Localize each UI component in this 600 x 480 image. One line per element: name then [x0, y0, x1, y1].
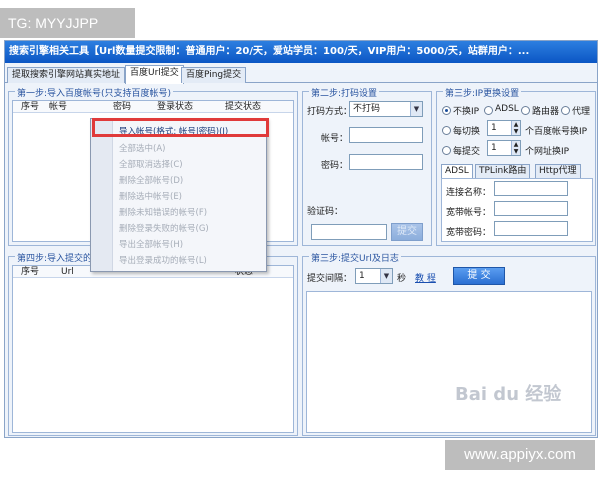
step2-title: 第二步:打码设置 — [309, 86, 380, 99]
tg-watermark: TG: MYYJJPP — [0, 8, 135, 38]
step3-ip-title: 第三步:IP更换设置 — [443, 86, 522, 99]
radio-proxy[interactable] — [561, 106, 570, 115]
captcha-password-label: 密码： — [321, 161, 349, 171]
broadband-account-label: 宽带帐号： — [446, 208, 492, 218]
step4-group: 第四步:导入提交的Url 序号 Url 状态 — [8, 251, 298, 436]
menu-delete-login-failed[interactable]: 删除登录失败的帐号(G) — [119, 222, 209, 234]
captcha-mode-label: 打码方式： — [307, 107, 353, 117]
site-watermark: www.appiyx.com — [445, 440, 595, 470]
tutorial-link[interactable]: 教 程 — [415, 271, 436, 284]
interval-unit: 秒 — [397, 274, 407, 284]
radio-no-ip-change-label: 不换IP — [453, 107, 480, 117]
ip-method-tabs: ADSL TPLink路由 Http代理 — [441, 164, 593, 178]
submit-url-button[interactable]: 提 交 — [453, 267, 505, 285]
captcha-code-label: 验证码： — [307, 207, 344, 217]
menu-delete-unknown-error[interactable]: 删除未知错误的帐号(F) — [119, 206, 207, 218]
col-login-status[interactable]: 登录状态 — [157, 101, 193, 113]
col-url[interactable]: Url — [61, 266, 74, 278]
step1-title: 第一步:导入百度帐号(只支持百度帐号) — [15, 86, 174, 99]
tab-http-proxy[interactable]: Http代理 — [535, 164, 581, 178]
spinner-updown-icon[interactable]: ▲ ▼ — [511, 121, 520, 135]
per-url-spinner[interactable]: 1 ▲ ▼ — [487, 140, 521, 156]
interval-select[interactable]: 1 ▼ — [355, 268, 393, 284]
radio-per-account[interactable] — [442, 126, 451, 135]
step3-ip-group: 第三步:IP更换设置 不换IP ADSL 路由器 代理 每切换 1 ▲ ▼ 个百度… — [436, 86, 596, 246]
interval-label: 提交间隔： — [307, 274, 353, 284]
captcha-account-label: 帐号： — [321, 134, 349, 144]
captcha-password-input[interactable] — [349, 154, 423, 170]
captcha-mode-select[interactable]: 不打码 ▼ — [349, 101, 423, 117]
tab-baidu-ping-submit[interactable]: 百度Ping提交 — [181, 67, 247, 83]
tab-extract-real-url[interactable]: 提取搜索引擎网站真实地址 — [7, 67, 126, 83]
tab-tplink-router[interactable]: TPLink路由 — [475, 164, 531, 178]
step3-log-title: 第三步:提交Url及日志 — [309, 251, 401, 264]
menu-select-all[interactable]: 全部选中(A) — [119, 142, 165, 154]
per-account-value: 1 — [491, 123, 497, 133]
col-account[interactable]: 帐号 — [49, 101, 67, 113]
step3-log-group: 第三步:提交Url及日志 提交间隔： 1 ▼ 秒 教 程 提 交 — [302, 251, 596, 436]
radio-proxy-label: 代理 — [572, 107, 591, 117]
window-title: 搜索引擎相关工具【Url数量提交限制：普通用户：20/天，爱站学员：100/天，… — [5, 41, 597, 63]
menu-delete-all-accounts[interactable]: 删除全部帐号(D) — [119, 174, 183, 186]
radio-adsl[interactable] — [484, 106, 493, 115]
baidu-watermark: Bai du 经验 — [455, 384, 562, 405]
radio-no-ip-change[interactable] — [442, 106, 451, 115]
step2-group: 第二步:打码设置 打码方式： 不打码 ▼ 帐号： 密码： 验证码： 提交 — [302, 86, 432, 246]
account-context-menu: 导入帐号(格式: 帐号|密码)(I) 全部选中(A) 全部取消选择(C) 删除全… — [90, 118, 267, 272]
spinner-updown-icon[interactable]: ▲ ▼ — [511, 141, 520, 155]
per-url-label: 每提交 — [453, 147, 481, 157]
captcha-code-input[interactable] — [311, 224, 387, 240]
interval-value: 1 — [359, 271, 365, 281]
captcha-submit-button[interactable]: 提交 — [391, 223, 423, 241]
tab-baidu-url-submit[interactable]: 百度Url提交 — [125, 65, 184, 84]
radio-per-url[interactable] — [442, 146, 451, 155]
highlight-box — [92, 118, 269, 137]
chevron-down-icon[interactable]: ▼ — [380, 269, 392, 283]
col-index[interactable]: 序号 — [21, 101, 39, 113]
col-submit-status[interactable]: 提交状态 — [225, 101, 261, 113]
menu-delete-selected[interactable]: 删除选中帐号(E) — [119, 190, 182, 202]
menu-deselect-all[interactable]: 全部取消选择(C) — [119, 158, 183, 170]
per-url-value: 1 — [491, 143, 497, 153]
captcha-account-input[interactable] — [349, 127, 423, 143]
broadband-password-label: 宽带密码： — [446, 228, 492, 238]
url-list[interactable]: 序号 Url 状态 — [12, 265, 294, 433]
log-area[interactable] — [306, 291, 592, 433]
tab-bar: 提取搜索引擎网站真实地址 百度Url提交 百度Ping提交 — [5, 65, 597, 84]
tab-adsl[interactable]: ADSL — [441, 164, 473, 178]
radio-adsl-label: ADSL — [495, 104, 519, 114]
chevron-down-icon[interactable]: ▼ — [410, 102, 422, 116]
adsl-panel: 连接名称： 宽带帐号： 宽带密码： — [441, 178, 593, 242]
radio-router[interactable] — [521, 106, 530, 115]
account-list-header: 序号 帐号 密码 登录状态 提交状态 — [13, 101, 293, 113]
radio-router-label: 路由器 — [532, 107, 560, 117]
per-account-spinner[interactable]: 1 ▲ ▼ — [487, 120, 521, 136]
per-account-suffix: 个百度帐号换IP — [525, 127, 588, 137]
per-account-label: 每切换 — [453, 127, 481, 137]
per-url-suffix: 个网址换IP — [525, 147, 570, 157]
col-password[interactable]: 密码 — [113, 101, 131, 113]
menu-export-login-success[interactable]: 导出登录成功的帐号(L) — [119, 254, 207, 266]
broadband-password-input[interactable] — [494, 221, 568, 236]
broadband-account-input[interactable] — [494, 201, 568, 216]
col-url-index[interactable]: 序号 — [21, 266, 39, 278]
conn-name-label: 连接名称： — [446, 188, 492, 198]
captcha-mode-value: 不打码 — [353, 104, 381, 114]
conn-name-input[interactable] — [494, 181, 568, 196]
menu-export-all[interactable]: 导出全部帐号(H) — [119, 238, 183, 250]
menu-gutter — [91, 119, 113, 271]
